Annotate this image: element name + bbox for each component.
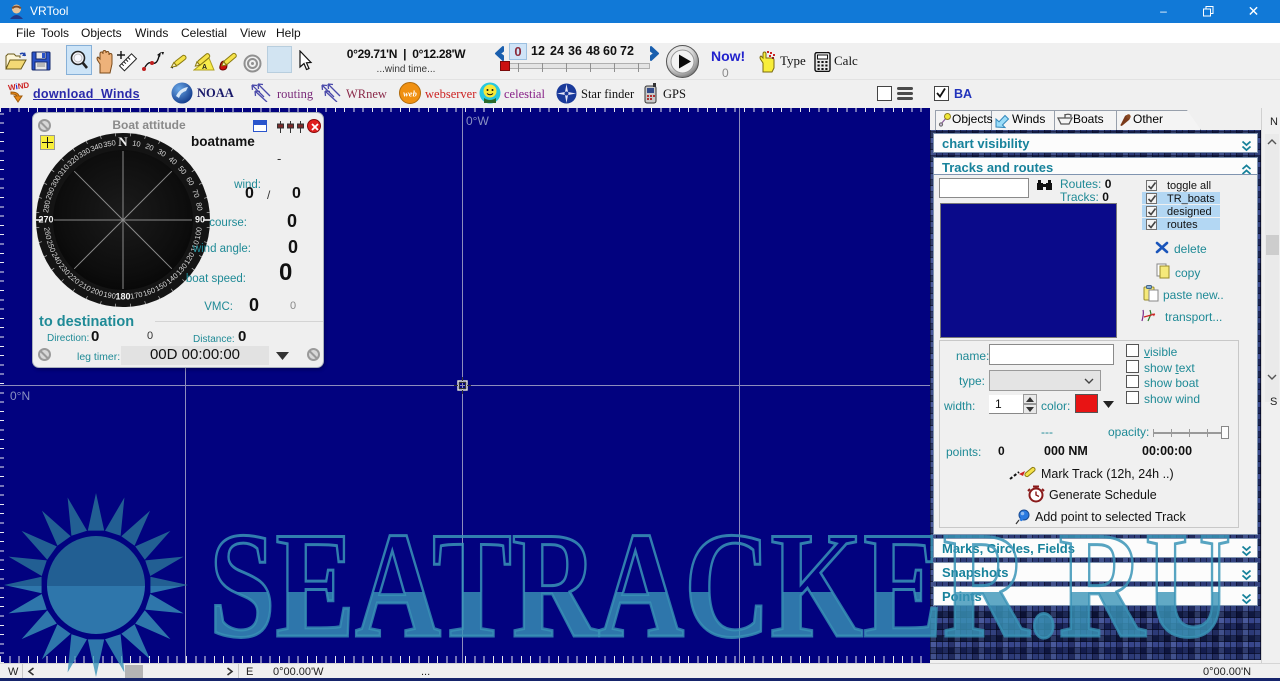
- svg-text:180: 180: [115, 291, 130, 301]
- svg-text:10: 10: [132, 139, 142, 149]
- svg-text:web: web: [403, 89, 417, 99]
- svg-text:N: N: [118, 134, 128, 149]
- svg-text:A: A: [202, 64, 207, 71]
- svg-text:80: 80: [194, 202, 204, 212]
